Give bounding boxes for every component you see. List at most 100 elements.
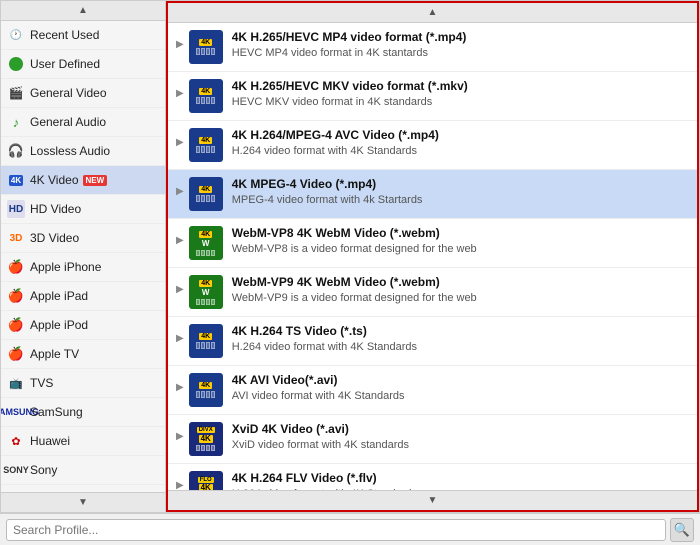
format-item[interactable]: ▶ 4K 4K AVI Video(*.avi)AVI video format… [168, 366, 697, 415]
4k-video-icon: 4K [7, 171, 25, 189]
sidebar-item-apple-ipad[interactable]: 🍎 Apple iPad [1, 282, 165, 311]
sidebar-item-general-audio[interactable]: ♪ General Audio [1, 108, 165, 137]
sony-icon: SONY [7, 461, 25, 479]
sidebar-item-4k-video[interactable]: 4K 4K Video NEW [1, 166, 165, 195]
sidebar-item-recent-used[interactable]: 🕐 Recent Used [1, 21, 165, 50]
search-icon: 🔍 [674, 522, 690, 538]
search-bar: 🔍 [0, 513, 700, 545]
format-item[interactable]: ▶ 4K 4K H.264 TS Video (*.ts)H.264 video… [168, 317, 697, 366]
format-text: WebM-VP8 4K WebM Video (*.webm)WebM-VP8 … [232, 225, 689, 256]
sidebar-scroll-up[interactable]: ▲ [1, 1, 165, 21]
format-list: ▶ 4K 4K H.265/HEVC MP4 video format (*.m… [168, 23, 697, 490]
format-desc: MPEG-4 video format with 4k Startards [232, 193, 689, 207]
sidebar-label-tvs: TVS [30, 376, 53, 390]
format-desc: WebM-VP9 is a video format designed for … [232, 291, 689, 305]
samsung-icon: SAMSUNG [7, 403, 25, 421]
sidebar-label-user-defined: User Defined [30, 57, 100, 71]
format-arrow-icon: ▶ [176, 480, 184, 490]
sidebar-item-apple-tv[interactable]: 🍎 Apple TV [1, 340, 165, 369]
format-item[interactable]: ▶ 4K 4K H.265/HEVC MP4 video format (*.m… [168, 23, 697, 72]
sidebar-item-general-video[interactable]: 🎬 General Video [1, 79, 165, 108]
format-arrow-icon: ▶ [176, 235, 184, 246]
sidebar-label-general-audio: General Audio [30, 115, 106, 129]
format-icon: 4K [188, 29, 224, 65]
format-icon: FLO 4K [188, 470, 224, 490]
sidebar-label-4k-video: 4K Video [30, 173, 79, 187]
format-desc: H.264 video format with 4K Standards [232, 144, 689, 158]
format-item[interactable]: ▶ 4K W WebM-VP8 4K WebM Video (*.webm)We… [168, 219, 697, 268]
sidebar-item-3d-video[interactable]: 3D 3D Video [1, 224, 165, 253]
format-icon: 4K [188, 127, 224, 163]
sidebar-label-apple-tv: Apple TV [30, 347, 79, 361]
search-input[interactable] [6, 519, 666, 541]
sidebar-label-lossless-audio: Lossless Audio [30, 144, 110, 158]
sidebar-item-samsung[interactable]: SAMSUNG SamSung [1, 398, 165, 427]
format-icon: 4K [188, 323, 224, 359]
recent-icon: 🕐 [7, 26, 25, 44]
content-scroll-area: ▶ 4K 4K H.265/HEVC MP4 video format (*.m… [168, 23, 697, 490]
3d-video-icon: 3D [7, 229, 25, 247]
format-item[interactable]: ▶ 4K 4K MPEG-4 Video (*.mp4)MPEG-4 video… [168, 170, 697, 219]
format-title: WebM-VP9 4K WebM Video (*.webm) [232, 274, 689, 291]
format-arrow-icon: ▶ [176, 137, 184, 148]
format-item[interactable]: ▶ FLO 4K 4K H.264 FLV Video (*.flv)H.264… [168, 464, 697, 490]
format-icon: 4K [188, 78, 224, 114]
huawei-icon: ✿ [7, 432, 25, 450]
format-title: 4K MPEG-4 Video (*.mp4) [232, 176, 689, 193]
format-item[interactable]: ▶ 4K 4K H.264/MPEG-4 AVC Video (*.mp4)H.… [168, 121, 697, 170]
format-desc: HEVC MKV video format in 4K standards [232, 95, 689, 109]
sidebar-label-general-video: General Video [30, 86, 107, 100]
format-title: WebM-VP8 4K WebM Video (*.webm) [232, 225, 689, 242]
format-item[interactable]: ▶ 4K W WebM-VP9 4K WebM Video (*.webm)We… [168, 268, 697, 317]
format-desc: AVI video format with 4K Standards [232, 389, 689, 403]
sidebar-scroll-area: 🕐 Recent Used User Defined 🎬 General Vid… [1, 21, 165, 492]
sidebar-item-lg[interactable]: LG LG [1, 485, 165, 492]
format-text: 4K H.265/HEVC MP4 video format (*.mp4)HE… [232, 29, 689, 60]
format-desc: XviD video format with 4K standards [232, 438, 689, 452]
format-desc: HEVC MP4 video format in 4K stantards [232, 46, 689, 60]
format-text: 4K H.264 FLV Video (*.flv)H.264 video fo… [232, 470, 689, 490]
lossless-audio-icon: 🎧 [7, 142, 25, 160]
user-defined-icon [7, 55, 25, 73]
general-video-icon: 🎬 [7, 84, 25, 102]
format-icon: 4K [188, 372, 224, 408]
sidebar-item-tvs[interactable]: 📺 TVS [1, 369, 165, 398]
sidebar-label-huawei: Huawei [30, 434, 70, 448]
format-text: WebM-VP9 4K WebM Video (*.webm)WebM-VP9 … [232, 274, 689, 305]
format-item[interactable]: ▶ DIVX 4K XviD 4K Video (*.avi)XviD vide… [168, 415, 697, 464]
format-text: 4K H.264/MPEG-4 AVC Video (*.mp4)H.264 v… [232, 127, 689, 158]
format-icon: 4K W [188, 274, 224, 310]
sidebar-item-huawei[interactable]: ✿ Huawei [1, 427, 165, 456]
sidebar-item-apple-ipod[interactable]: 🍎 Apple iPod [1, 311, 165, 340]
format-text: 4K H.265/HEVC MKV video format (*.mkv)HE… [232, 78, 689, 109]
search-button[interactable]: 🔍 [670, 518, 694, 542]
sidebar-item-lossless-audio[interactable]: 🎧 Lossless Audio [1, 137, 165, 166]
format-title: 4K H.265/HEVC MKV video format (*.mkv) [232, 78, 689, 95]
format-title: 4K H.264/MPEG-4 AVC Video (*.mp4) [232, 127, 689, 144]
format-item[interactable]: ▶ 4K 4K H.265/HEVC MKV video format (*.m… [168, 72, 697, 121]
format-text: 4K MPEG-4 Video (*.mp4)MPEG-4 video form… [232, 176, 689, 207]
tvs-icon: 📺 [7, 374, 25, 392]
sidebar-item-apple-iphone[interactable]: 🍎 Apple iPhone [1, 253, 165, 282]
format-text: 4K H.264 TS Video (*.ts)H.264 video form… [232, 323, 689, 354]
content-panel: ▲ ▶ 4K 4K H.265/HEVC MP4 video format (*… [166, 1, 699, 512]
sidebar-label-3d-video: 3D Video [30, 231, 79, 245]
sidebar-item-hd-video[interactable]: HD HD Video [1, 195, 165, 224]
format-title: 4K H.264 TS Video (*.ts) [232, 323, 689, 340]
apple-ipad-icon: 🍎 [7, 287, 25, 305]
sidebar-scroll-down[interactable]: ▼ [1, 492, 165, 512]
format-title: 4K H.265/HEVC MP4 video format (*.mp4) [232, 29, 689, 46]
sidebar-item-user-defined[interactable]: User Defined [1, 50, 165, 79]
format-title: 4K AVI Video(*.avi) [232, 372, 689, 389]
format-arrow-icon: ▶ [176, 88, 184, 99]
format-text: 4K AVI Video(*.avi)AVI video format with… [232, 372, 689, 403]
sidebar-label-sony: Sony [30, 463, 57, 477]
format-icon: 4K [188, 176, 224, 212]
sidebar-item-sony[interactable]: SONY Sony [1, 456, 165, 485]
hd-video-icon: HD [7, 200, 25, 218]
format-title: 4K H.264 FLV Video (*.flv) [232, 470, 689, 487]
sidebar-label-hd-video: HD Video [30, 202, 81, 216]
format-icon: DIVX 4K [188, 421, 224, 457]
content-scroll-up[interactable]: ▲ [168, 3, 697, 23]
content-scroll-down[interactable]: ▼ [168, 490, 697, 510]
